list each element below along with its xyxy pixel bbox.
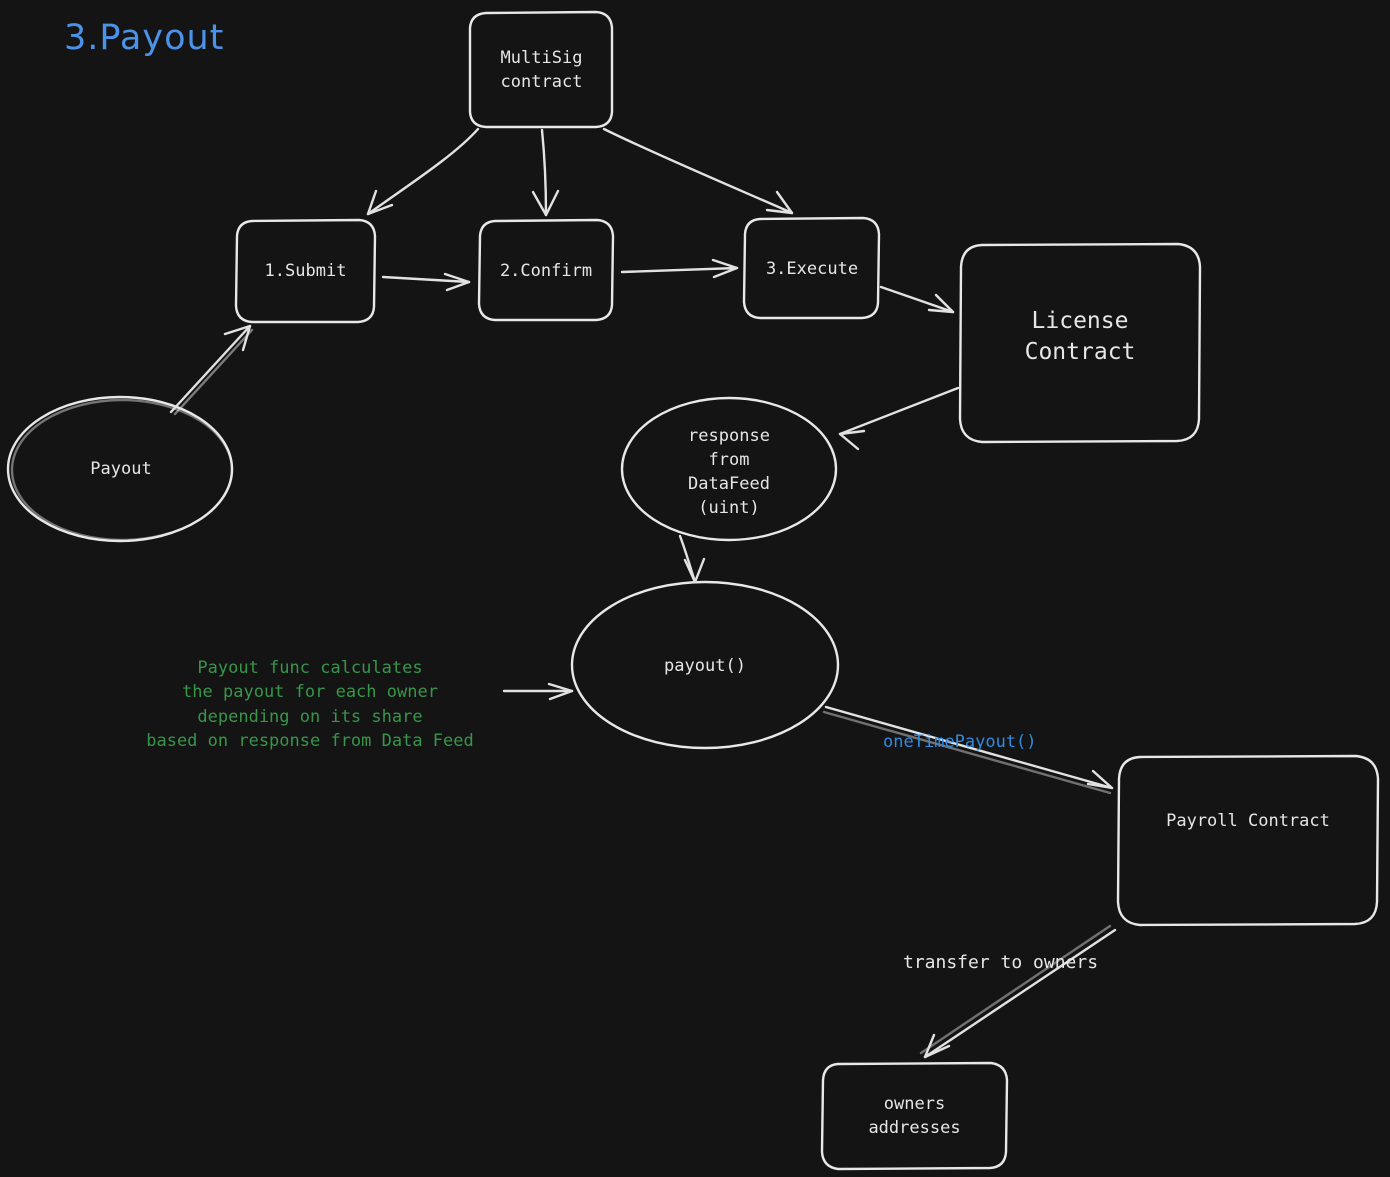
edge-response-payoutfn: [678, 534, 706, 584]
node-label-license: License Contract: [1024, 308, 1136, 365]
edge-submit-confirm: [381, 272, 471, 292]
node-label-multisig: MultiSig contract: [500, 48, 583, 92]
node-label-execute: 3.Execute: [765, 259, 859, 279]
page-title: 3.Payout: [64, 18, 225, 58]
edge-payoutstart-submit: [169, 324, 254, 416]
diagram-svg: [6, 10, 1380, 1171]
edge-multisig-execute: [602, 127, 794, 215]
node-label-payroll: Payroll Contract: [1166, 811, 1330, 831]
edge-execute-license: [879, 285, 955, 314]
node-label-response: response from DataFeed (uint): [688, 426, 770, 518]
node-label-payout-fn: payout(): [664, 656, 746, 676]
edge-confirm-execute: [620, 258, 739, 279]
edge-license-response: [838, 386, 960, 451]
note-payout-func: Payout func calculates the payout for ea…: [146, 658, 474, 751]
edge-label-one-time-payout: oneTimePayout(): [883, 732, 1037, 752]
edge-payroll-owners: [919, 924, 1117, 1059]
node-label-confirm: 2.Confirm: [499, 261, 593, 281]
edge-label-transfer-to-owners: transfer to owners: [903, 952, 1099, 973]
edge-multisig-submit: [366, 127, 480, 216]
node-label-payout-start: Payout: [90, 459, 152, 479]
node-label-submit: 1.Submit: [264, 261, 347, 281]
node-shape-payroll[interactable]: [1116, 754, 1380, 927]
diagram-canvas: 3.Payout MultiSig contract 1.Submit 2.Co…: [0, 0, 1390, 1177]
node-label-owners: owners addresses: [868, 1094, 961, 1138]
edge-multisig-confirm: [531, 128, 560, 217]
edge-note-payoutfn: [502, 682, 574, 701]
